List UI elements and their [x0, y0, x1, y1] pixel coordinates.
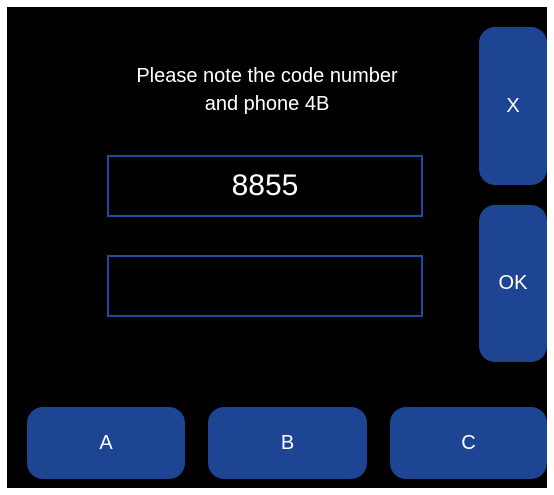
b-button-label: B — [280, 431, 295, 454]
a-button-label: A — [99, 431, 113, 454]
c-button[interactable]: C — [390, 407, 547, 479]
message-line-2: and phone 4B — [204, 93, 330, 115]
code-display: 8855 — [107, 155, 423, 217]
c-button-label: C — [461, 431, 476, 454]
message-line-1: Please note the code number — [136, 65, 398, 87]
ok-button-label: OK — [498, 272, 528, 294]
ok-button[interactable]: OK — [479, 205, 547, 362]
a-button[interactable]: A — [27, 407, 185, 479]
keypad-screen: Please note the code number and phone 4B… — [7, 7, 547, 488]
code-value: 8855 — [231, 169, 299, 202]
close-button[interactable]: X — [479, 27, 547, 185]
code-input-field[interactable] — [107, 255, 423, 317]
close-button-label: X — [506, 94, 520, 117]
b-button[interactable]: B — [208, 407, 367, 479]
instruction-message: Please note the code number and phone 4B — [7, 62, 527, 118]
